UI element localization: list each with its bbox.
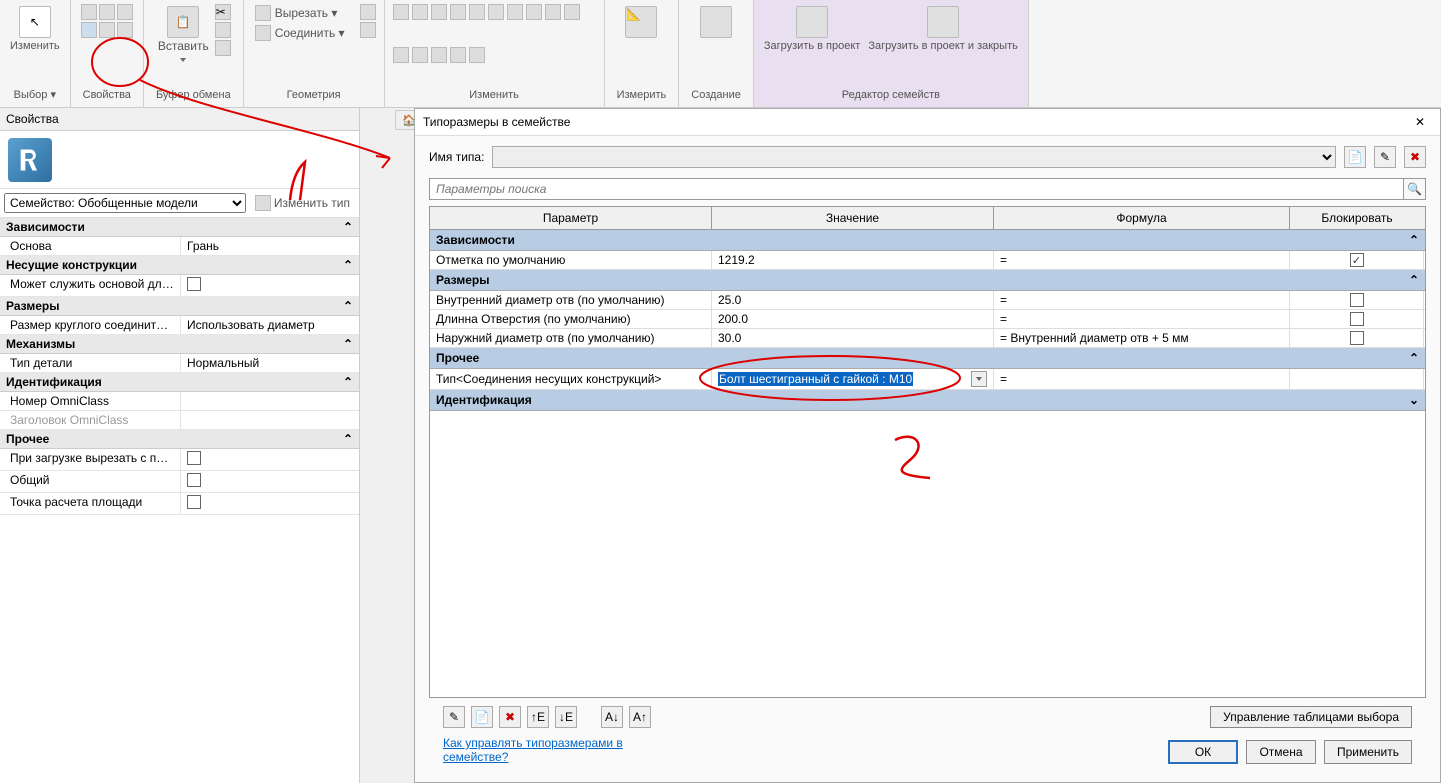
annotation-overlay [0,0,1441,783]
